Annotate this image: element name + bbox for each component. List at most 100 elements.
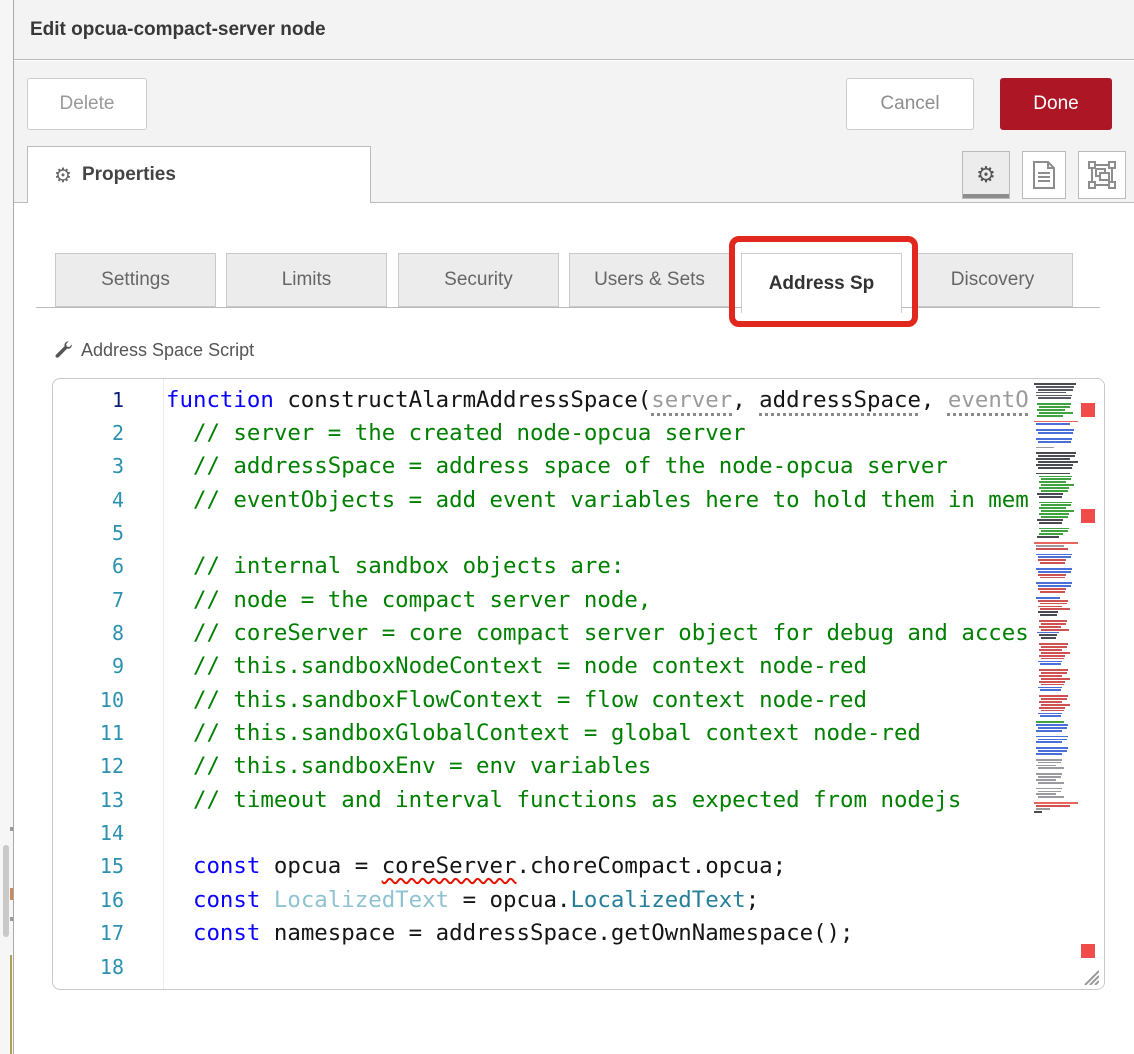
- delete-button[interactable]: Delete: [27, 78, 147, 130]
- minimap-row: [1040, 562, 1065, 564]
- minimap-row: [1034, 802, 1078, 804]
- code-line[interactable]: 4 // eventObjects = add event variables …: [53, 483, 1104, 516]
- code-line[interactable]: 9 // this.sandboxNodeContext = node cont…: [53, 650, 1104, 683]
- minimap-row: [1038, 796, 1064, 798]
- code-line[interactable]: 3 // addressSpace = address space of the…: [53, 450, 1104, 483]
- minimap-row: [1034, 525, 1080, 527]
- line-number: 8: [53, 621, 124, 645]
- line-number: 1: [53, 388, 124, 412]
- node-description-button[interactable]: [1022, 151, 1066, 199]
- code-line[interactable]: 14: [53, 816, 1104, 849]
- minimap[interactable]: [1034, 383, 1080, 814]
- minimap-row: [1038, 776, 1061, 778]
- workspace-scrollbar[interactable]: [3, 845, 9, 937]
- line-number: 5: [53, 521, 124, 545]
- gear-icon: ⚙: [54, 163, 72, 188]
- code-line[interactable]: 17 const namespace = addressSpace.getOwn…: [53, 917, 1104, 950]
- tab-security[interactable]: Security: [398, 253, 559, 307]
- minimap-row: [1036, 464, 1073, 466]
- edit-node-dialog: Edit opcua-compact-server node Delete Ca…: [0, 0, 1134, 1054]
- workspace-mark: [10, 888, 13, 900]
- minimap-row: [1036, 730, 1062, 732]
- tab-discovery[interactable]: Discovery: [912, 253, 1073, 307]
- minimap-row: [1037, 536, 1059, 538]
- minimap-row: [1036, 386, 1074, 388]
- line-number: 4: [53, 488, 124, 512]
- minimap-row: [1041, 704, 1070, 706]
- resize-grip[interactable]: [1081, 967, 1099, 985]
- minimap-row: [1038, 739, 1067, 741]
- tab-properties[interactable]: ⚙ Properties: [27, 146, 371, 203]
- line-number: 6: [53, 554, 124, 578]
- cancel-button[interactable]: Cancel: [846, 78, 974, 130]
- code-line[interactable]: 13 // timeout and interval functions as …: [53, 783, 1104, 816]
- minimap-row: [1038, 574, 1066, 576]
- code-line[interactable]: 19 const Variant = opcua.Variant;: [53, 983, 1104, 990]
- error-marker: [1081, 403, 1095, 417]
- minimap-row: [1039, 496, 1062, 498]
- code-line[interactable]: 11 // this.sandboxGlobalContext = global…: [53, 716, 1104, 749]
- minimap-row: [1036, 548, 1068, 550]
- code-line[interactable]: 5: [53, 516, 1104, 549]
- minimap-row: [1034, 580, 1080, 582]
- minimap-row: [1034, 785, 1080, 787]
- properties-tab-label: Properties: [82, 164, 176, 186]
- minimap-row: [1034, 383, 1076, 385]
- minimap-row: [1038, 585, 1071, 587]
- node-appearance-button[interactable]: [1078, 151, 1126, 199]
- tab-address-space[interactable]: Address Sp: [741, 253, 902, 313]
- node-properties-button[interactable]: ⚙: [962, 151, 1010, 199]
- code-lines: 1function constructAlarmAddressSpace(ser…: [53, 383, 1104, 990]
- minimap-row: [1041, 623, 1066, 625]
- minimap-row: [1039, 533, 1063, 535]
- code-text: // eventObjects = add event variables he…: [166, 487, 1029, 513]
- code-line[interactable]: 16 const LocalizedText = opcua.Localized…: [53, 883, 1104, 916]
- code-line[interactable]: 18: [53, 950, 1104, 983]
- tab-settings[interactable]: Settings: [55, 253, 216, 307]
- code-text: // node = the compact server node,: [166, 587, 651, 613]
- code-text: // this.sandboxEnv = env variables: [166, 753, 651, 779]
- minimap-row: [1039, 634, 1057, 636]
- error-marker: [1081, 944, 1095, 958]
- minimap-row: [1039, 513, 1069, 515]
- minimap-row: [1037, 415, 1063, 417]
- minimap-row: [1036, 736, 1068, 738]
- overview-ruler: [1081, 379, 1095, 989]
- minimap-row: [1039, 476, 1072, 478]
- tab-limits[interactable]: Limits: [226, 253, 387, 307]
- code-line[interactable]: 7 // node = the compact server node,: [53, 583, 1104, 616]
- minimap-row: [1039, 528, 1069, 530]
- minimap-row: [1038, 661, 1062, 663]
- done-button[interactable]: Done: [1000, 78, 1112, 130]
- code-text: const LocalizedText = opcua.LocalizedTex…: [166, 887, 759, 913]
- code-line[interactable]: 15 const opcua = coreServer.choreCompact…: [53, 850, 1104, 883]
- minimap-row: [1038, 791, 1061, 793]
- minimap-row: [1040, 663, 1061, 665]
- minimap-row: [1034, 421, 1078, 423]
- minimap-row: [1034, 692, 1080, 694]
- minimap-row: [1039, 681, 1065, 683]
- tab-users-sets[interactable]: Users & Sets: [569, 253, 730, 307]
- code-line[interactable]: 2 // server = the created node-opcua ser…: [53, 416, 1104, 449]
- code-line[interactable]: 10 // this.sandboxFlowContext = flow con…: [53, 683, 1104, 716]
- code-line[interactable]: 6 // internal sandbox objects are:: [53, 550, 1104, 583]
- code-editor[interactable]: 1function constructAlarmAddressSpace(ser…: [52, 378, 1105, 990]
- minimap-row: [1039, 707, 1065, 709]
- minimap-row: [1038, 571, 1071, 573]
- minimap-row: [1034, 444, 1080, 446]
- minimap-row: [1038, 713, 1062, 715]
- minimap-row: [1041, 684, 1064, 686]
- minimap-row: [1036, 554, 1072, 556]
- code-line[interactable]: 1function constructAlarmAddressSpace(ser…: [53, 383, 1104, 416]
- code-line[interactable]: 8 // coreServer = core compact server ob…: [53, 616, 1104, 649]
- code-text: // this.sandboxFlowContext = flow contex…: [166, 687, 867, 713]
- code-text: // server = the created node-opcua serve…: [166, 420, 746, 446]
- section-label-row: Address Space Script: [52, 340, 254, 361]
- minimap-row: [1039, 412, 1073, 414]
- code-line[interactable]: 12 // this.sandboxEnv = env variables: [53, 750, 1104, 783]
- minimap-row: [1038, 461, 1078, 463]
- minimap-row: [1041, 710, 1064, 712]
- minimap-row: [1041, 637, 1056, 639]
- minimap-row: [1041, 484, 1074, 486]
- code-text: const opcua = coreServer.choreCompact.op…: [166, 853, 786, 879]
